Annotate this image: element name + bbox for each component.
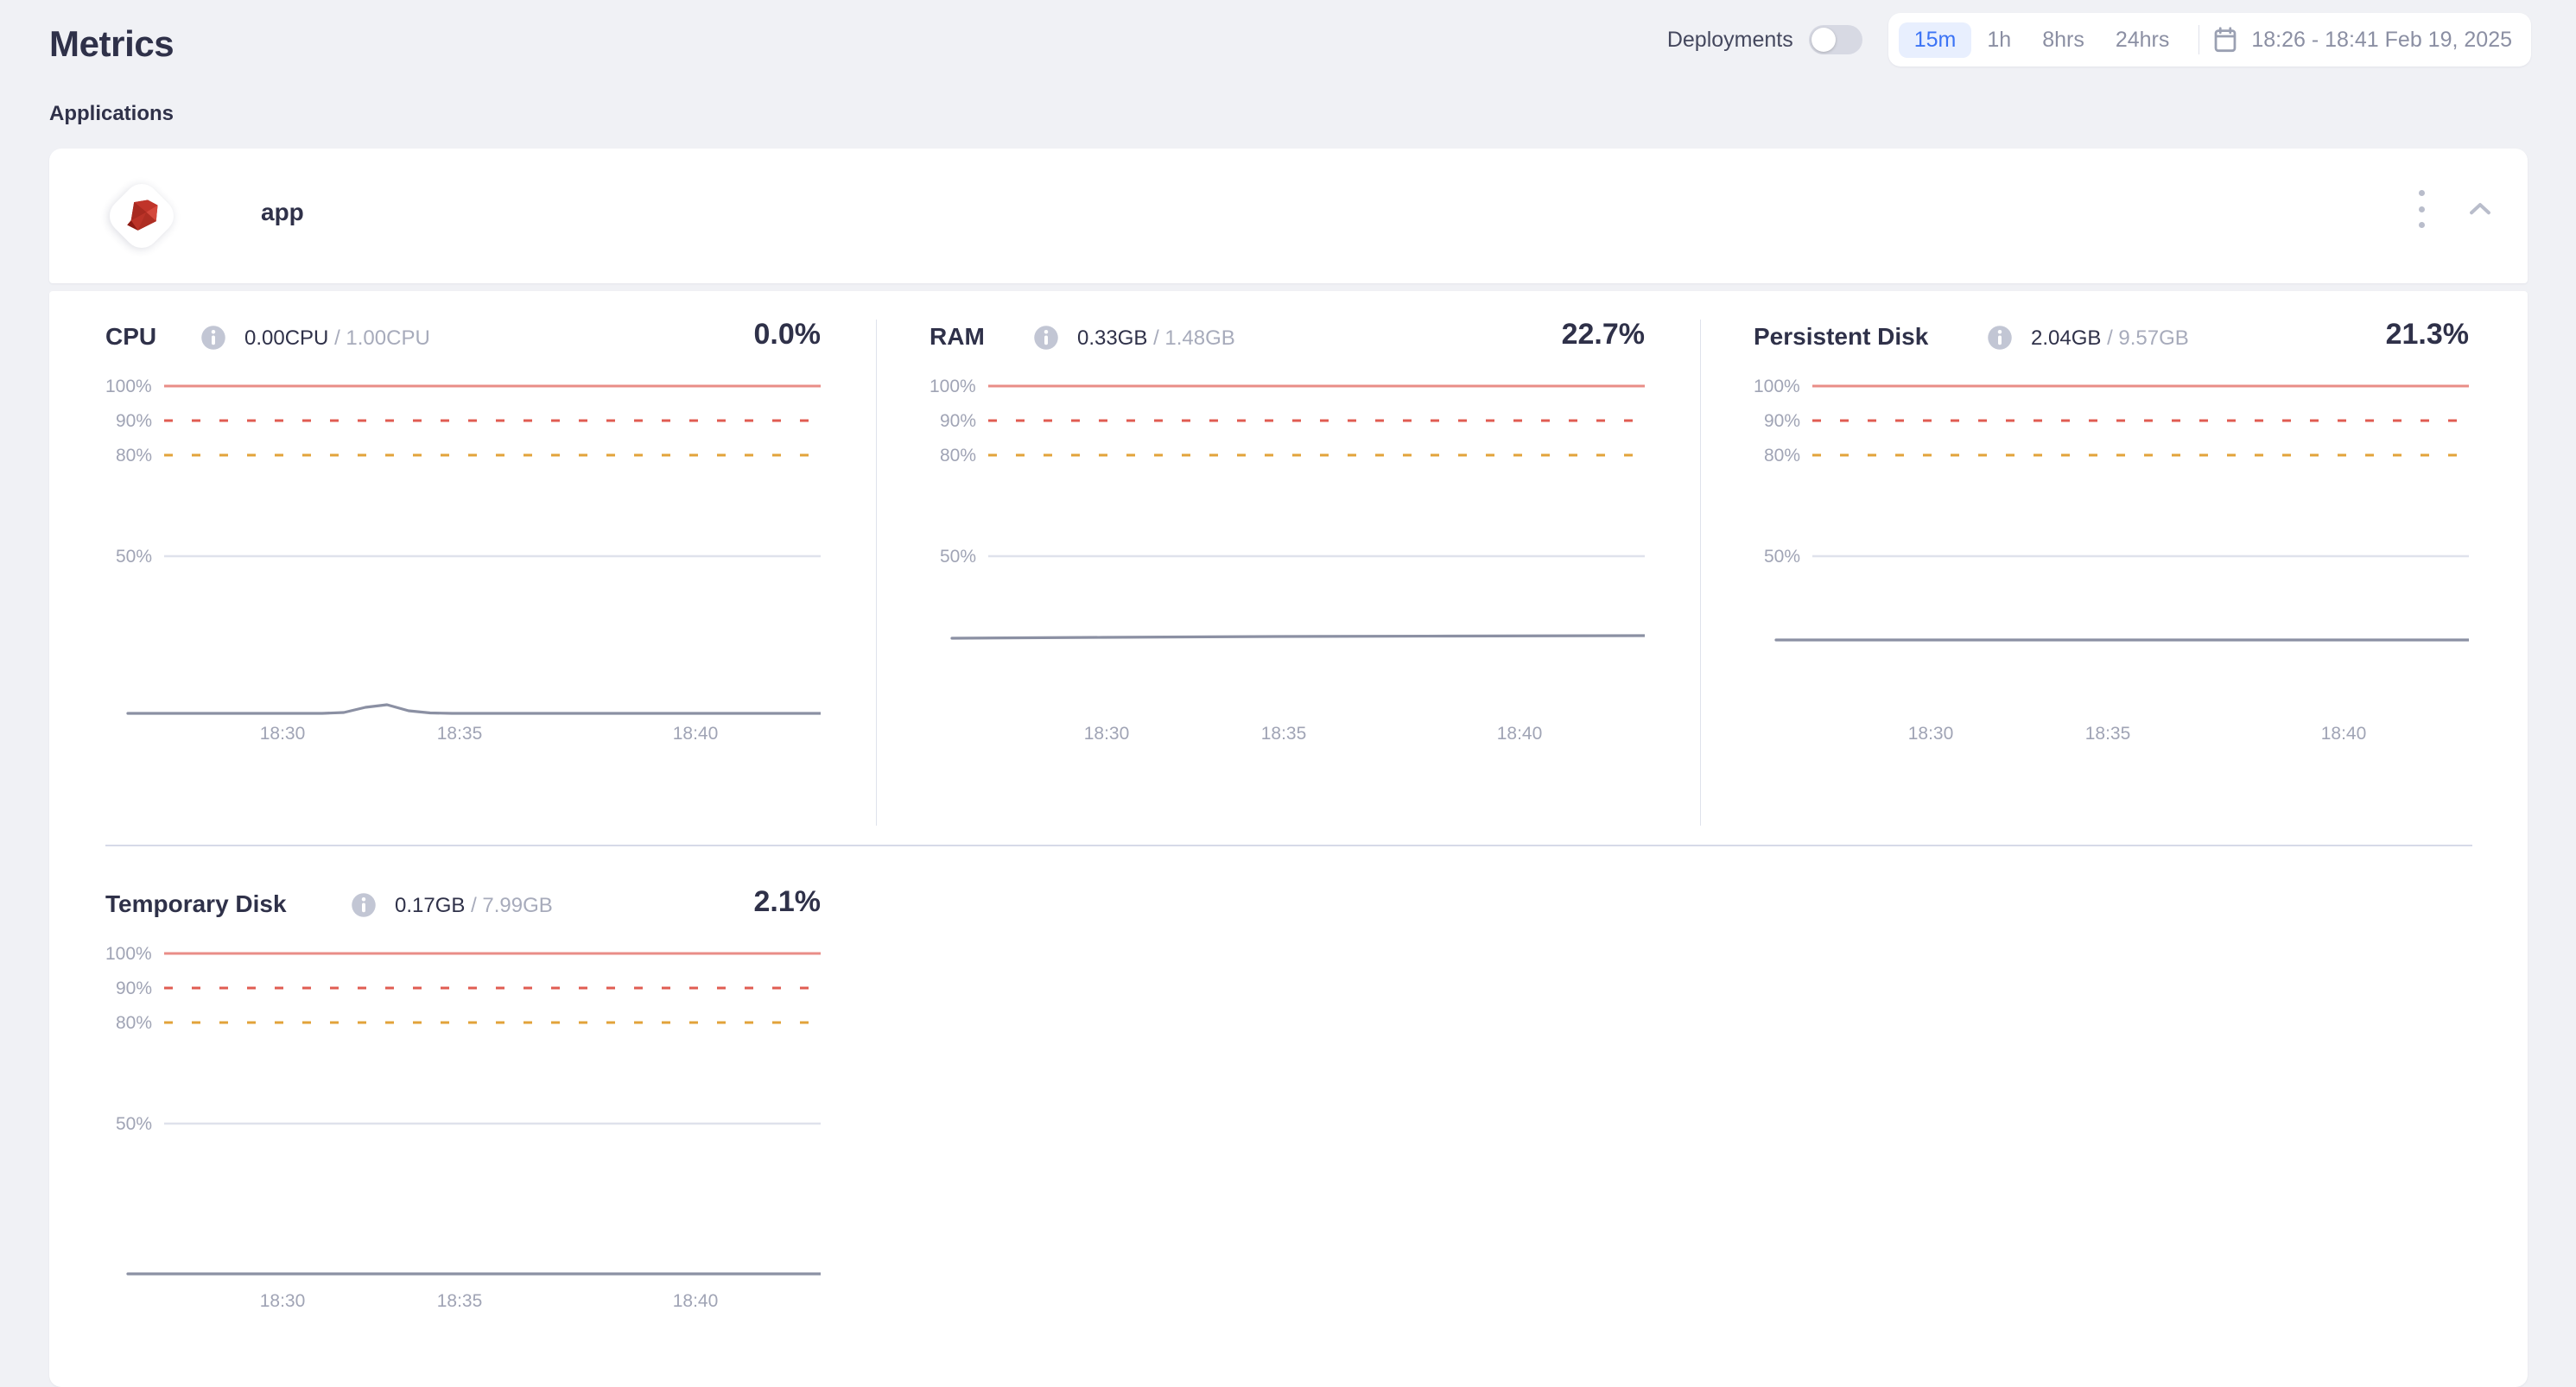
metric-used-ram: 0.33GB — [1077, 326, 1148, 350]
metric-chart-cpu[interactable]: 100% 90% 80% 50% 18:30 18:35 18:40 — [105, 359, 821, 739]
app-card-header: app — [49, 149, 2528, 283]
metric-percent-temporary-disk: 2.1% — [753, 885, 822, 918]
metric-separator: / — [1153, 326, 1159, 350]
svg-text:100%: 100% — [105, 944, 152, 964]
svg-text:80%: 80% — [116, 446, 152, 466]
svg-text:18:35: 18:35 — [2085, 724, 2131, 739]
svg-text:18:30: 18:30 — [1908, 724, 1954, 739]
metrics-panel-card: CPU 0.00CPU / 1.00CPU 0.0% 100% 90% 80% … — [49, 291, 2528, 1387]
metric-title-ram: RAM — [930, 323, 985, 350]
metric-separator: / — [471, 894, 477, 917]
svg-text:50%: 50% — [116, 1114, 152, 1134]
metric-usage-persistent-disk: 2.04GB / 9.57GB — [2031, 326, 2189, 351]
divider-vertical-1 — [876, 320, 877, 826]
metric-total-persistent-disk: 9.57GB — [2118, 326, 2189, 350]
metric-chart-persistent-disk[interactable]: 100% 90% 80% 50% 18:30 18:35 18:40 — [1754, 359, 2469, 739]
metric-percent-ram: 22.7% — [1561, 318, 1645, 351]
svg-text:50%: 50% — [116, 547, 152, 567]
metric-separator: / — [2107, 326, 2113, 350]
toggle-knob — [1811, 28, 1836, 52]
deployments-toggle[interactable] — [1808, 25, 1862, 54]
time-range-selector: 15m 1h 8hrs 24hrs 18:26 - 18:41 Feb 19, … — [1888, 13, 2531, 66]
divider-horizontal — [105, 845, 2472, 846]
svg-text:18:40: 18:40 — [1497, 724, 1543, 739]
app-name: app — [261, 199, 304, 225]
metric-title-temporary-disk: Temporary Disk — [105, 890, 287, 917]
metric-used-cpu: 0.00CPU — [244, 326, 329, 350]
svg-text:90%: 90% — [1764, 411, 1800, 431]
kebab-menu-icon[interactable] — [2417, 190, 2426, 228]
metric-usage-temporary-disk: 0.17GB / 7.99GB — [395, 894, 553, 918]
svg-text:18:35: 18:35 — [437, 724, 483, 739]
range-button-24hrs[interactable]: 24hrs — [2100, 22, 2186, 58]
metric-header-persistent-disk: Persistent Disk 2.04GB / 9.57GB 21.3% — [1754, 318, 2469, 359]
chevron-up-icon[interactable] — [2465, 194, 2495, 224]
info-icon[interactable] — [1033, 325, 1059, 351]
metric-header-cpu: CPU 0.00CPU / 1.00CPU 0.0% — [105, 318, 822, 359]
info-icon[interactable] — [200, 325, 226, 351]
metric-total-cpu: 1.00CPU — [346, 326, 430, 350]
svg-text:18:40: 18:40 — [673, 1291, 719, 1307]
divider — [2198, 25, 2200, 54]
metric-title-persistent-disk: Persistent Disk — [1754, 323, 1929, 350]
metric-header-ram: RAM 0.33GB / 1.48GB 22.7% — [930, 318, 1645, 359]
calendar-icon[interactable] — [2213, 27, 2237, 53]
svg-text:50%: 50% — [1764, 547, 1800, 567]
range-button-1h[interactable]: 1h — [1971, 22, 2027, 58]
header-controls: Deployments 15m 1h 8hrs 24hrs 18:26 - 18… — [1667, 13, 2531, 66]
metric-percent-cpu: 0.0% — [753, 318, 822, 351]
metric-total-ram: 1.48GB — [1164, 326, 1235, 350]
svg-text:18:40: 18:40 — [2321, 724, 2367, 739]
svg-text:18:40: 18:40 — [673, 724, 719, 739]
svg-text:90%: 90% — [116, 978, 152, 998]
svg-text:100%: 100% — [930, 377, 976, 396]
range-button-8hrs[interactable]: 8hrs — [2027, 22, 2100, 58]
metric-separator: / — [334, 326, 340, 350]
date-range-label[interactable]: 18:26 - 18:41 Feb 19, 2025 — [2251, 28, 2512, 53]
svg-text:18:30: 18:30 — [260, 724, 306, 739]
ruby-logo-icon — [127, 200, 158, 231]
deployments-label: Deployments — [1666, 27, 1793, 52]
svg-text:18:30: 18:30 — [260, 1291, 306, 1307]
metric-total-temporary-disk: 7.99GB — [482, 894, 553, 917]
metric-used-persistent-disk: 2.04GB — [2031, 326, 2102, 350]
app-logo-badge — [102, 176, 181, 256]
deployments-toggle-group[interactable]: Deployments — [1667, 25, 1862, 54]
section-label-applications: Applications — [49, 102, 174, 125]
metric-used-temporary-disk: 0.17GB — [395, 894, 466, 917]
svg-text:18:35: 18:35 — [1261, 724, 1307, 739]
page-header: Metrics Applications Deployments 15m 1h … — [0, 0, 2576, 125]
app-card-actions — [2417, 190, 2495, 228]
divider-vertical-2 — [1700, 320, 1701, 826]
svg-text:80%: 80% — [1764, 446, 1800, 466]
svg-text:90%: 90% — [116, 411, 152, 431]
metric-percent-persistent-disk: 21.3% — [2385, 318, 2469, 351]
metric-header-temporary-disk: Temporary Disk 0.17GB / 7.99GB 2.1% — [105, 885, 822, 927]
svg-text:80%: 80% — [940, 446, 976, 466]
svg-text:100%: 100% — [105, 377, 152, 396]
page-title: Metrics — [49, 23, 174, 64]
metric-title-cpu: CPU — [105, 323, 157, 350]
info-icon[interactable] — [351, 892, 377, 918]
metric-usage-ram: 0.33GB / 1.48GB — [1077, 326, 1235, 351]
svg-text:90%: 90% — [940, 411, 976, 431]
svg-text:18:30: 18:30 — [1084, 724, 1130, 739]
svg-text:18:35: 18:35 — [437, 1291, 483, 1307]
svg-text:50%: 50% — [940, 547, 976, 567]
metric-usage-cpu: 0.00CPU / 1.00CPU — [244, 326, 430, 351]
metric-chart-temporary-disk[interactable]: 100% 90% 80% 50% 18:30 18:35 18:40 — [105, 927, 821, 1307]
svg-text:100%: 100% — [1754, 377, 1800, 396]
range-button-15m[interactable]: 15m — [1898, 22, 1972, 58]
svg-text:80%: 80% — [116, 1013, 152, 1033]
metric-chart-ram[interactable]: 100% 90% 80% 50% 18:30 18:35 18:40 — [930, 359, 1645, 739]
info-icon[interactable] — [1987, 325, 2013, 351]
